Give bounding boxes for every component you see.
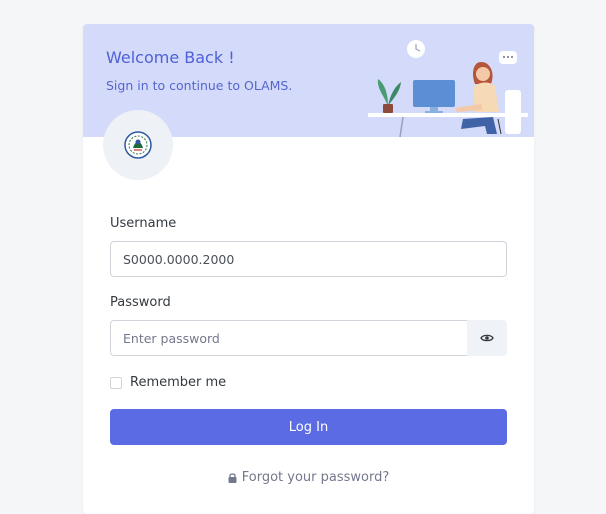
remember-me-label[interactable]: Remember me — [130, 375, 226, 390]
password-input[interactable] — [110, 320, 468, 356]
welcome-subtitle: Sign in to continue to OLAMS. — [106, 78, 293, 93]
username-label: Username — [110, 216, 177, 231]
eye-icon — [480, 334, 494, 342]
password-label: Password — [110, 295, 171, 310]
login-button[interactable]: Log In — [110, 409, 507, 445]
person-at-desk-illustration — [368, 40, 528, 137]
username-input[interactable] — [110, 241, 507, 277]
university-logo — [103, 110, 173, 180]
university-seal-icon — [124, 131, 152, 159]
remember-me-row: Remember me — [110, 375, 226, 390]
forgot-password-label: Forgot your password? — [241, 470, 390, 485]
lock-icon — [228, 473, 237, 483]
remember-me-checkbox[interactable] — [110, 376, 122, 389]
toggle-password-visibility-button[interactable] — [467, 320, 507, 356]
forgot-password-link[interactable]: Forgot your password? — [83, 470, 534, 485]
login-card: Welcome Back ! Sign in to continue to OL… — [83, 24, 534, 514]
welcome-title: Welcome Back ! — [106, 48, 235, 67]
